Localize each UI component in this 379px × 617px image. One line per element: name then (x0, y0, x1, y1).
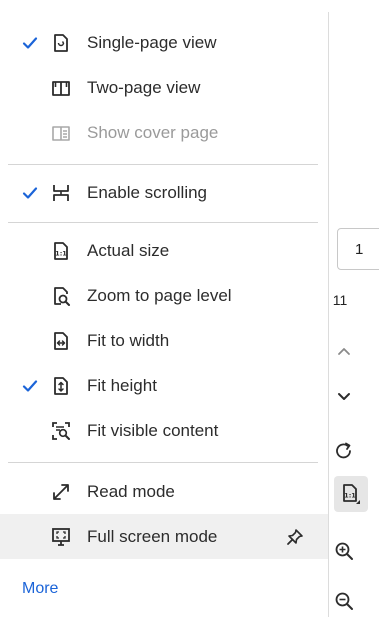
menu-item-fit-visible-content[interactable]: Fit visible content (0, 408, 328, 453)
menu-item-full-screen-mode[interactable]: Full screen mode (0, 514, 328, 559)
fit-width-icon (51, 331, 71, 351)
scrolling-icon (51, 183, 71, 203)
menu-item-single-page-view[interactable]: Single-page view (0, 20, 328, 65)
actual-size-icon: 1:1 (51, 241, 71, 261)
menu-item-two-page-view[interactable]: Two-page view (0, 65, 328, 110)
chevron-down-icon (337, 392, 351, 402)
checkmark-icon (22, 185, 38, 201)
menu-item-label: Single-page view (87, 32, 217, 52)
read-mode-icon (51, 482, 71, 502)
cover-page-icon (51, 123, 71, 143)
page-display-menu: Single-page view Two-page view Show cove… (0, 0, 328, 617)
menu-divider (8, 222, 318, 223)
previous-page-button[interactable] (329, 336, 359, 366)
menu-item-enable-scrolling[interactable]: Enable scrolling (0, 170, 328, 215)
menu-item-label: Fit height (87, 375, 157, 395)
pin-icon[interactable] (286, 528, 304, 546)
page-toolbar: 1 11 1:1 (329, 0, 379, 617)
fit-visible-icon (51, 421, 71, 441)
zoom-out-icon (334, 591, 354, 611)
fit-height-icon (51, 376, 71, 396)
menu-item-label: Fit to width (87, 330, 170, 350)
two-page-icon (51, 78, 71, 98)
more-link[interactable]: More (22, 580, 58, 598)
menu-divider (8, 462, 318, 463)
zoom-in-icon (334, 541, 354, 561)
zoom-out-button[interactable] (329, 586, 359, 616)
menu-item-label: Actual size (87, 240, 170, 260)
chevron-up-icon (337, 346, 351, 356)
menu-item-zoom-to-page-level[interactable]: Zoom to page level (0, 273, 328, 318)
menu-item-label: Read mode (87, 481, 175, 501)
checkmark-icon (22, 378, 38, 394)
next-page-button[interactable] (329, 382, 359, 412)
svg-text:1:1: 1:1 (55, 249, 67, 257)
menu-item-fit-to-width[interactable]: Fit to width (0, 318, 328, 363)
current-page-input[interactable]: 1 (337, 228, 379, 270)
zoom-in-button[interactable] (329, 536, 359, 566)
menu-item-label: Two-page view (87, 77, 201, 97)
menu-item-label: Zoom to page level (87, 285, 232, 305)
single-page-icon (51, 33, 71, 53)
checkmark-icon (22, 35, 38, 51)
full-screen-icon (51, 527, 71, 547)
menu-item-fit-height[interactable]: Fit height (0, 363, 328, 408)
zoom-page-level-icon (51, 286, 71, 306)
page-display-button[interactable]: 1:1 (334, 476, 368, 512)
svg-text:1:1: 1:1 (344, 492, 356, 500)
menu-item-show-cover-page: Show cover page (0, 110, 328, 155)
total-pages: 11 (332, 292, 348, 308)
menu-item-actual-size[interactable]: 1:1 Actual size (0, 228, 328, 273)
rotate-icon (334, 441, 354, 461)
rotate-button[interactable] (329, 436, 359, 466)
menu-item-label: Full screen mode (87, 526, 218, 546)
menu-item-label: Fit visible content (87, 420, 219, 440)
menu-divider (8, 164, 318, 165)
actual-size-icon: 1:1 (340, 483, 362, 505)
menu-item-label: Enable scrolling (87, 182, 208, 202)
menu-item-read-mode[interactable]: Read mode (0, 469, 328, 514)
menu-item-label: Show cover page (87, 122, 219, 142)
current-page-value: 1 (355, 240, 364, 258)
